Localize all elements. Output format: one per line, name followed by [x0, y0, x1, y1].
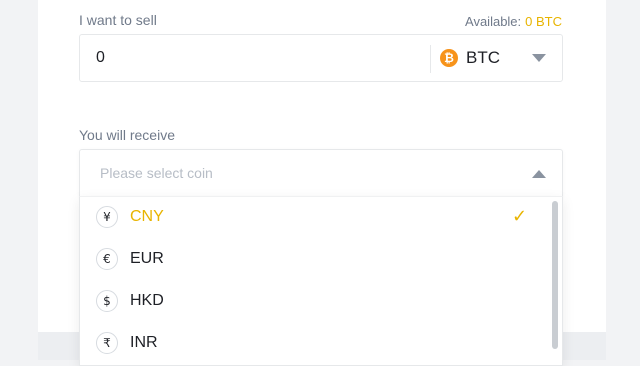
- dollar-icon: $: [96, 290, 118, 312]
- euro-icon: €: [96, 248, 118, 270]
- dropdown-scrollbar[interactable]: [550, 197, 562, 365]
- rupee-icon: ₹: [96, 332, 118, 354]
- option-inr[interactable]: ₹ INR: [80, 323, 550, 365]
- coin-dropdown-list: ¥ CNY ✓ € EUR $ HKD ₹ INR: [79, 196, 563, 366]
- receive-label: You will receive: [79, 127, 175, 143]
- option-eur[interactable]: € EUR: [80, 239, 550, 281]
- receive-coin-select[interactable]: Please select coin: [79, 149, 563, 197]
- available-balance: Available: 0 BTC: [465, 14, 562, 29]
- sell-label: I want to sell: [79, 12, 157, 28]
- available-amount: 0 BTC: [525, 14, 562, 29]
- sell-coin-select[interactable]: ₿ BTC: [438, 35, 564, 81]
- sell-amount-field: ₿ BTC: [79, 34, 563, 82]
- receive-placeholder: Please select coin: [100, 165, 213, 181]
- sell-amount-input[interactable]: [96, 47, 416, 69]
- option-label: CNY: [130, 208, 164, 225]
- check-icon: ✓: [512, 206, 528, 227]
- option-label: HKD: [130, 292, 164, 309]
- scrollbar-thumb[interactable]: [552, 201, 558, 349]
- yen-icon: ¥: [96, 206, 118, 228]
- bitcoin-icon: ₿: [440, 49, 458, 67]
- chevron-up-icon: [532, 170, 546, 178]
- option-label: INR: [130, 334, 158, 351]
- sell-divider: [430, 45, 431, 73]
- sell-coin-label: BTC: [466, 48, 500, 67]
- available-label: Available:: [465, 14, 522, 29]
- option-hkd[interactable]: $ HKD: [80, 281, 550, 323]
- option-cny[interactable]: ¥ CNY ✓: [80, 197, 550, 239]
- option-label: EUR: [130, 250, 164, 267]
- chevron-down-icon: [532, 54, 546, 62]
